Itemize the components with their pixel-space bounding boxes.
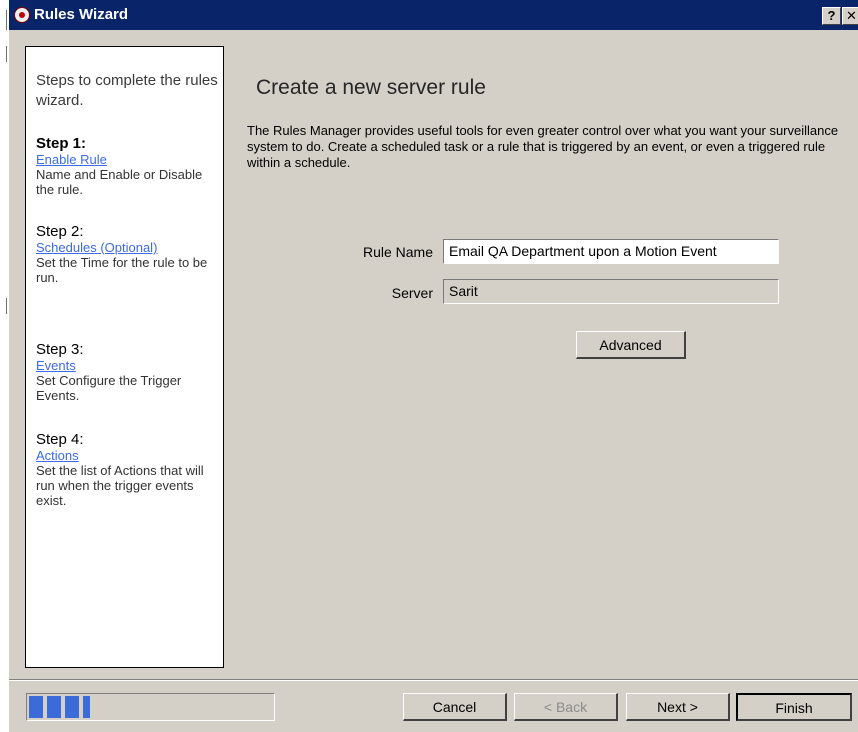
finish-button[interactable]: Finish [736,693,852,721]
edge-mark [6,298,7,314]
step-2-title: Step 2: [36,223,84,240]
progress-fill [29,696,90,718]
step-2-link[interactable]: Schedules (Optional) [36,240,221,255]
edge-mark [6,46,7,62]
page-description: The Rules Manager provides useful tools … [247,123,839,170]
back-button: < Back [514,693,618,721]
next-button[interactable]: Next > [626,693,730,721]
step-1-title: Step 1: [36,135,87,152]
cancel-button[interactable]: Cancel [403,693,507,721]
step-4: Step 4: Actions Set the list of Actions … [36,431,221,508]
step-2-description: Set the Time for the rule to be run. [36,255,208,285]
step-4-link[interactable]: Actions [36,448,221,463]
step-3-title: Step 3: [36,341,84,358]
step-3: Step 3: Events Set Configure the Trigger… [36,341,221,403]
rule-name-label: Rule Name [362,244,433,260]
step-1: Step 1: Enable Rule Name and Enable or D… [36,135,221,197]
step-3-description: Set Configure the Trigger Events. [36,373,182,403]
help-button[interactable]: ? [822,7,841,25]
step-1-description: Name and Enable or Disable the rule. [36,167,203,197]
step-4-description: Set the list of Actions that will run wh… [36,463,204,508]
rule-name-input[interactable]: Email QA Department upon a Motion Event [443,239,779,264]
advanced-button[interactable]: Advanced [576,331,686,359]
app-eye-icon [14,7,30,23]
steps-intro: Steps to complete the rules wizard. [36,72,218,109]
close-button[interactable]: ✕ [842,7,858,25]
edge-mark [6,10,7,30]
rules-wizard-dialog: Rules Wizard ? ✕ Steps to complete the r… [8,0,858,732]
step-3-link[interactable]: Events [36,358,221,373]
steps-panel: Steps to complete the rules wizard. Step… [25,46,224,668]
wizard-progress-bar [26,693,275,721]
window-title: Rules Wizard [34,6,129,23]
server-label: Server [391,285,433,301]
step-2: Step 2: Schedules (Optional) Set the Tim… [36,223,221,285]
server-field: Sarit [443,279,779,304]
page-heading: Create a new server rule [256,76,486,99]
step-4-title: Step 4: [36,431,84,448]
footer-divider [9,679,858,681]
background-window-edge [0,0,8,732]
step-1-link[interactable]: Enable Rule [36,152,221,167]
title-bar[interactable]: Rules Wizard ? ✕ [9,0,858,30]
